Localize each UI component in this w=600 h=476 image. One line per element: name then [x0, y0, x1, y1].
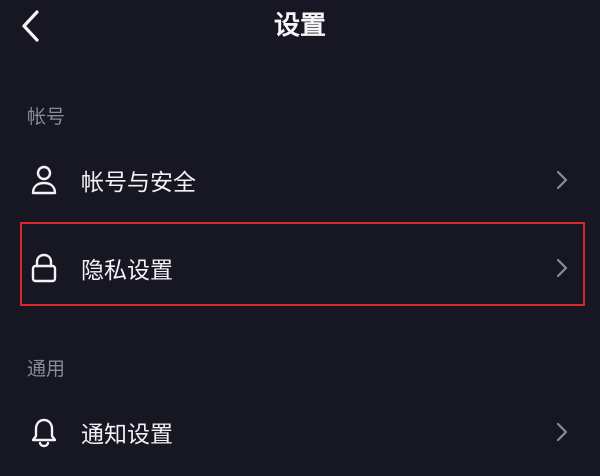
settings-item-label: 隐私设置 [81, 258, 173, 284]
chevron-right-icon [553, 420, 571, 444]
settings-item-label: 通知设置 [81, 422, 173, 448]
settings-item-label: 帐号与安全 [81, 170, 196, 196]
settings-item-notifications[interactable]: 通知设置 [0, 388, 600, 476]
settings-item-privacy[interactable]: 隐私设置 [0, 224, 600, 312]
section-header-general: 通用 [27, 358, 66, 380]
page-title: 设置 [273, 11, 326, 41]
section-header-account: 帐号 [27, 106, 66, 128]
user-icon [29, 164, 59, 196]
header-bar: 设置 [0, 0, 600, 56]
chevron-right-icon [553, 256, 571, 280]
chevron-right-icon [553, 168, 571, 192]
settings-item-account-security[interactable]: 帐号与安全 [0, 136, 600, 224]
bell-icon [29, 416, 59, 448]
lock-icon [29, 252, 59, 284]
